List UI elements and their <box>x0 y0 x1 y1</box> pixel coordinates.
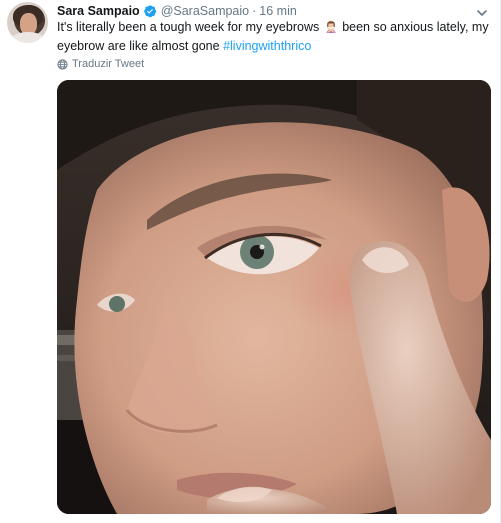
avatar-shoulder <box>11 32 45 43</box>
author-handle[interactable]: @SaraSampaio <box>161 4 249 18</box>
tweet-card[interactable]: Sara Sampaio @SaraSampaio · 16 min It's … <box>0 0 501 523</box>
tweet-text-part-1: It's literally been a tough week for my … <box>57 20 323 34</box>
separator-dot: · <box>252 4 257 18</box>
tweet-text: It's literally been a tough week for my … <box>57 18 489 56</box>
tweet-photo[interactable] <box>57 80 491 514</box>
chevron-down-icon[interactable] <box>476 6 488 18</box>
author-name[interactable]: Sara Sampaio <box>57 4 140 18</box>
avatar[interactable] <box>7 2 48 43</box>
tweet-timestamp[interactable]: 16 min <box>259 4 297 18</box>
globe-icon <box>57 58 68 70</box>
hashtag-link[interactable]: #livingwiththrico <box>223 39 311 53</box>
selfie-photo <box>57 80 491 514</box>
translate-tweet-link[interactable]: Traduzir Tweet <box>57 58 144 70</box>
translate-tweet-label: Traduzir Tweet <box>72 58 145 70</box>
verified-badge-icon <box>143 4 157 18</box>
tweet-header: Sara Sampaio @SaraSampaio · 16 min <box>57 3 297 19</box>
woman-gesturing-no-emoji-icon <box>324 19 338 33</box>
